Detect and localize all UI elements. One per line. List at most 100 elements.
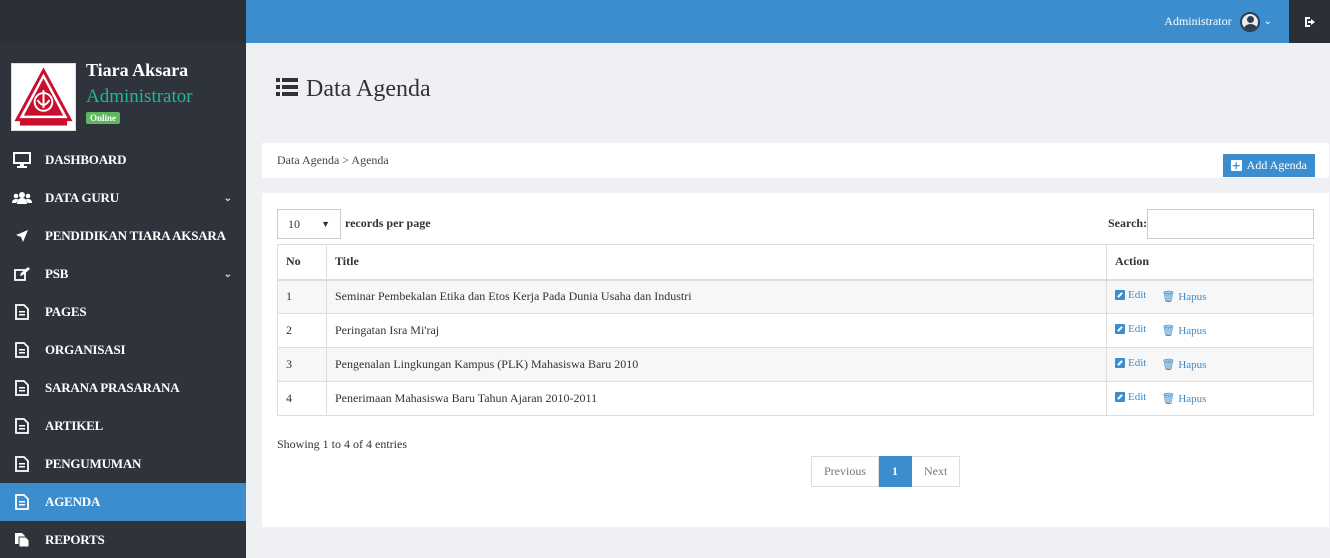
chevron-down-icon: ⌄ xyxy=(223,192,232,204)
sidebar-menu: DASHBOARD DATA GURU ⌄ PENDIDIKAN TIARA A… xyxy=(0,141,246,558)
cell-no: 4 xyxy=(277,381,327,416)
delete-label: Hapus xyxy=(1178,358,1207,371)
sidebar-item-label: DASHBOARD xyxy=(45,152,127,167)
location-arrow-icon xyxy=(12,226,32,246)
user-avatar-icon xyxy=(1239,11,1260,32)
cell-no: 1 xyxy=(277,279,327,314)
sidebar-item-sarana-prasarana[interactable]: SARANA PRASARANA xyxy=(0,369,246,407)
search-label: Search: xyxy=(1108,216,1148,230)
logout-button[interactable] xyxy=(1289,0,1330,43)
profile-role: Administrator xyxy=(86,86,193,107)
sidebar-item-label: PAGES xyxy=(45,304,87,319)
sidebar-item-label: PENDIDIKAN TIARA AKSARA xyxy=(45,228,226,243)
users-icon xyxy=(12,188,32,208)
file-icon xyxy=(12,340,32,360)
table-row: 2 Peringatan Isra Mi'raj Edit 🗑 Hapus xyxy=(277,313,1314,348)
edit-button[interactable]: Edit xyxy=(1115,391,1146,403)
tiara-aksara-logo xyxy=(11,63,76,131)
table-row: 1 Seminar Pembekalan Etika dan Etos Kerj… xyxy=(277,279,1314,314)
chevron-down-icon: ⌄ xyxy=(1263,16,1272,27)
status-badge: Online xyxy=(86,112,121,124)
edit-icon xyxy=(1115,324,1125,334)
sign-out-icon xyxy=(1304,16,1315,27)
sidebar-item-reports[interactable]: REPORTS xyxy=(0,521,246,558)
sidebar-item-data-guru[interactable]: DATA GURU ⌄ xyxy=(0,179,246,217)
column-header-action[interactable]: Action xyxy=(1106,244,1314,281)
next-page-button[interactable]: Next xyxy=(912,456,961,487)
edit-label: Edit xyxy=(1128,289,1147,302)
trash-icon: 🗑 xyxy=(1161,393,1176,405)
delete-label: Hapus xyxy=(1178,324,1207,337)
cell-action: Edit 🗑 Hapus xyxy=(1106,381,1314,416)
sidebar-item-agenda[interactable]: AGENDA xyxy=(0,483,246,521)
trash-icon: 🗑 xyxy=(1161,359,1176,371)
sidebar-item-label: PENGUMUMAN xyxy=(45,456,142,471)
table-row: 4 Penerimaan Mahasiswa Baru Tahun Ajaran… xyxy=(277,381,1314,416)
edit-label: Edit xyxy=(1128,391,1147,403)
cell-action: Edit 🗑 Hapus xyxy=(1106,313,1314,348)
cell-title: Seminar Pembekalan Etika dan Etos Kerja … xyxy=(326,279,1107,314)
sidebar-item-pages[interactable]: PAGES xyxy=(0,293,246,331)
cell-title: Pengenalan Lingkungan Kampus (PLK) Mahas… xyxy=(326,347,1107,382)
file-icon xyxy=(12,454,32,474)
breadcrumb: Data Agenda > Agenda xyxy=(277,153,389,167)
edit-icon xyxy=(1115,358,1125,368)
caret-down-icon: ▼ xyxy=(321,219,330,229)
records-per-page-select[interactable]: 10 ▼ xyxy=(277,209,341,239)
user-name: Administrator xyxy=(1164,14,1232,28)
sidebar-item-dashboard[interactable]: DASHBOARD xyxy=(0,141,246,179)
edit-button[interactable]: Edit xyxy=(1115,289,1146,301)
file-icon xyxy=(12,492,32,512)
sidebar-item-label: ARTIKEL xyxy=(45,418,104,433)
delete-label: Hapus xyxy=(1178,290,1207,303)
column-header-title[interactable]: Title xyxy=(326,244,1107,281)
table-header-row: No Title Action xyxy=(277,244,1314,281)
records-per-page-value: 10 xyxy=(288,216,300,231)
breadcrumb-bar: Data Agenda > Agenda + Add Agenda xyxy=(262,143,1329,178)
trash-icon: 🗑 xyxy=(1161,325,1176,337)
agenda-table-panel: 10 ▼ records per page Search: No Title A… xyxy=(262,193,1329,527)
cell-title: Penerimaan Mahasiswa Baru Tahun Ajaran 2… xyxy=(326,381,1107,416)
agenda-table: No Title Action 1 Seminar Pembekalan Eti… xyxy=(277,244,1314,416)
edit-label: Edit xyxy=(1128,323,1147,335)
cell-title: Peringatan Isra Mi'raj xyxy=(326,313,1107,348)
sidebar: Tiara Aksara Administrator Online DASHBO… xyxy=(0,43,246,558)
sidebar-item-label: ORGANISASI xyxy=(45,342,126,357)
cell-action: Edit 🗑 Hapus xyxy=(1106,347,1314,382)
page-title: Data Agenda xyxy=(276,76,431,103)
sidebar-item-artikel[interactable]: ARTIKEL xyxy=(0,407,246,445)
edit-icon xyxy=(12,264,32,284)
sidebar-item-label: DATA GURU xyxy=(45,190,119,205)
records-per-page-label: records per page xyxy=(345,216,431,230)
brand-strip xyxy=(0,0,246,43)
chevron-down-icon: ⌄ xyxy=(223,268,232,280)
cell-no: 2 xyxy=(277,313,327,348)
user-menu[interactable]: Administrator ⌄ xyxy=(1164,0,1272,43)
delete-button[interactable]: 🗑 Hapus xyxy=(1161,290,1207,304)
sidebar-item-label: AGENDA xyxy=(45,494,101,509)
profile-name: Tiara Aksara xyxy=(86,60,189,80)
edit-button[interactable]: Edit xyxy=(1115,323,1146,335)
sidebar-item-organisasi[interactable]: ORGANISASI xyxy=(0,331,246,369)
cell-no: 3 xyxy=(277,347,327,382)
previous-page-button[interactable]: Previous xyxy=(811,456,879,487)
delete-button[interactable]: 🗑 Hapus xyxy=(1161,324,1207,338)
column-header-no[interactable]: No xyxy=(277,244,327,281)
delete-button[interactable]: 🗑 Hapus xyxy=(1161,358,1207,372)
page-1-button[interactable]: 1 xyxy=(879,456,912,487)
user-profile-panel: Tiara Aksara Administrator Online xyxy=(0,43,246,141)
sidebar-item-label: PSB xyxy=(45,266,69,281)
edit-icon xyxy=(1115,392,1125,402)
add-agenda-button[interactable]: + Add Agenda xyxy=(1222,154,1315,177)
file-icon xyxy=(12,302,32,322)
file-icon xyxy=(12,416,32,436)
sidebar-item-pendidikan[interactable]: PENDIDIKAN TIARA AKSARA xyxy=(0,217,246,255)
sidebar-item-psb[interactable]: PSB ⌄ xyxy=(0,255,246,293)
search-input[interactable] xyxy=(1147,209,1314,239)
table-info: Showing 1 to 4 of 4 entries xyxy=(277,437,407,451)
cell-action: Edit 🗑 Hapus xyxy=(1106,279,1314,314)
sidebar-item-pengumuman[interactable]: PENGUMUMAN xyxy=(0,445,246,483)
delete-button[interactable]: 🗑 Hapus xyxy=(1161,392,1206,406)
add-agenda-label: Add Agenda xyxy=(1246,158,1307,172)
edit-button[interactable]: Edit xyxy=(1115,357,1146,369)
